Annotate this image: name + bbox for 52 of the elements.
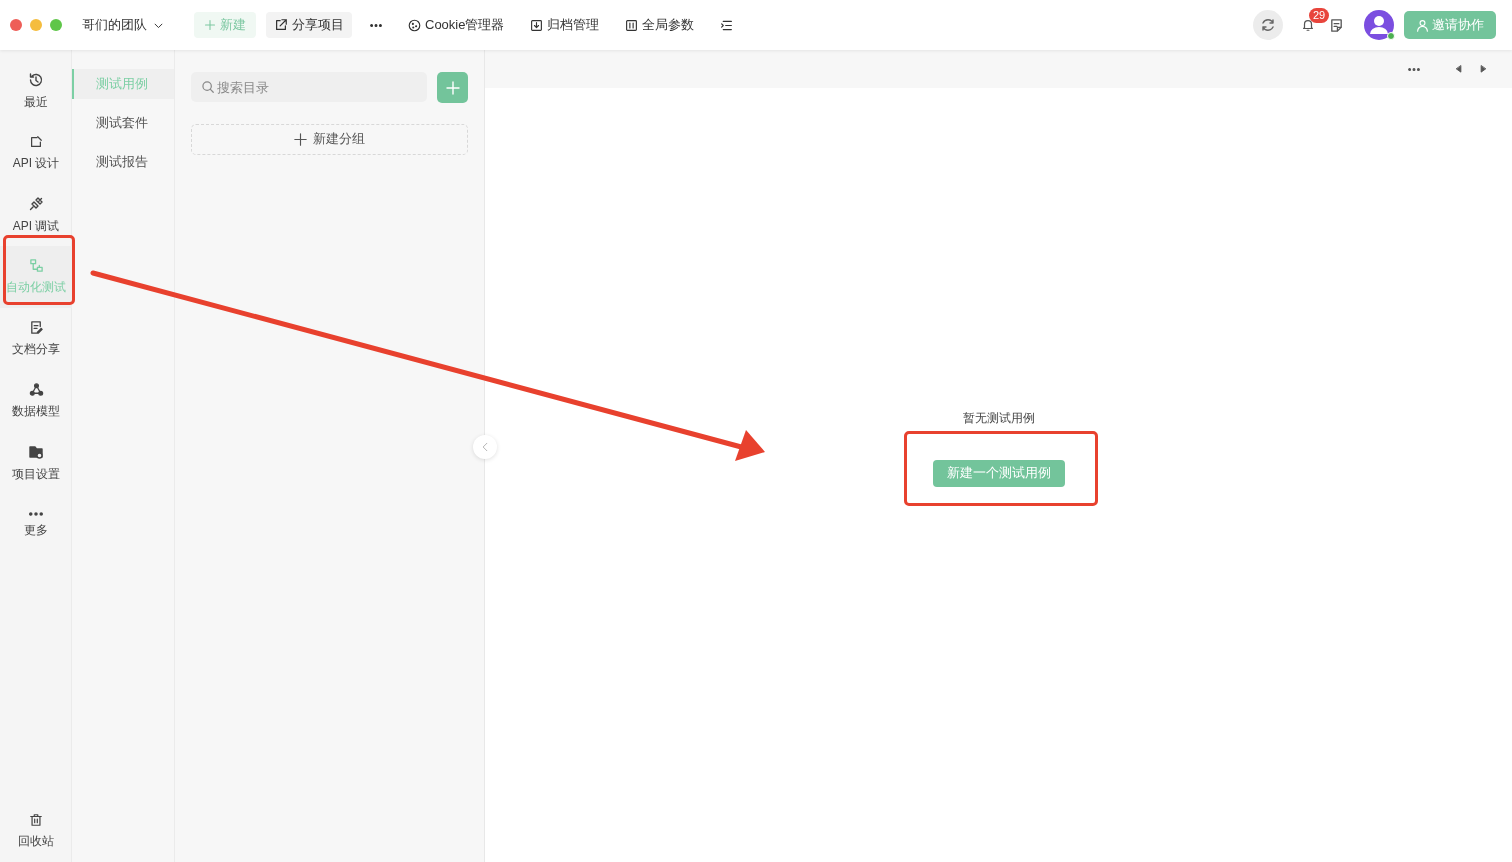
user-icon (1416, 18, 1429, 32)
nav-item[interactable]: 回收站 (0, 800, 72, 862)
nodes-icon (28, 382, 44, 397)
chevron-left-icon (480, 442, 490, 452)
search-field[interactable]: 搜索目录 (191, 72, 427, 102)
plus-icon (444, 79, 461, 96)
cookie-icon (408, 18, 421, 32)
flow-icon (28, 258, 44, 273)
subnav-item[interactable]: 测试报告 (72, 147, 174, 177)
toolbar-button[interactable]: Cookie管理器 (400, 12, 513, 38)
search-icon (201, 80, 215, 94)
toolbar-button[interactable]: 归档管理 (522, 12, 608, 38)
avatar[interactable] (1364, 10, 1394, 40)
share-icon (274, 18, 288, 32)
trash-icon (29, 812, 43, 827)
empty-message: 暂无测试用例 (962, 411, 1035, 425)
nav-item[interactable]: API 调试 (0, 184, 72, 246)
window-control[interactable] (30, 19, 42, 31)
nav-item[interactable]: API 设计 (0, 122, 72, 184)
nav-item[interactable]: 更多 (0, 494, 72, 556)
document-icon (28, 320, 44, 335)
window-control[interactable] (10, 19, 22, 31)
refresh-icon (1260, 17, 1276, 33)
nav-item[interactable]: 文档分享 (0, 308, 72, 370)
nav-item[interactable]: 数据模型 (0, 370, 72, 432)
toolbar-button[interactable]: 全局参数 (617, 12, 703, 38)
more-icon (1408, 67, 1420, 71)
more-icon (370, 23, 382, 27)
subnav-item[interactable]: 测试套件 (72, 108, 174, 138)
menu-icon (720, 18, 734, 32)
window-control[interactable] (50, 19, 62, 31)
nav-item[interactable]: 项目设置 (0, 432, 72, 494)
plus-icon (294, 133, 307, 146)
plus-icon (204, 19, 216, 31)
nav-item[interactable]: 最近 (0, 60, 72, 122)
notification-badge: 29 (1309, 8, 1330, 23)
history-icon (28, 71, 44, 88)
download-box-icon (530, 18, 544, 32)
add-button[interactable] (437, 72, 468, 103)
toolbar-button[interactable]: 分享项目 (266, 12, 352, 38)
more-icon (29, 511, 43, 516)
note-icon (1329, 17, 1344, 33)
triangle-left-icon (1454, 64, 1464, 74)
folder-gear-icon (28, 443, 44, 460)
new-group-button[interactable]: 新建分组 (191, 124, 468, 155)
sync-button[interactable] (1253, 10, 1283, 40)
bell-icon (1301, 18, 1315, 32)
edit-icon (29, 134, 43, 149)
highlight-frame (3, 235, 75, 305)
triangle-right-icon (1478, 64, 1488, 74)
team-name: 哥们的团队 (82, 16, 147, 34)
plug-icon (28, 195, 44, 212)
